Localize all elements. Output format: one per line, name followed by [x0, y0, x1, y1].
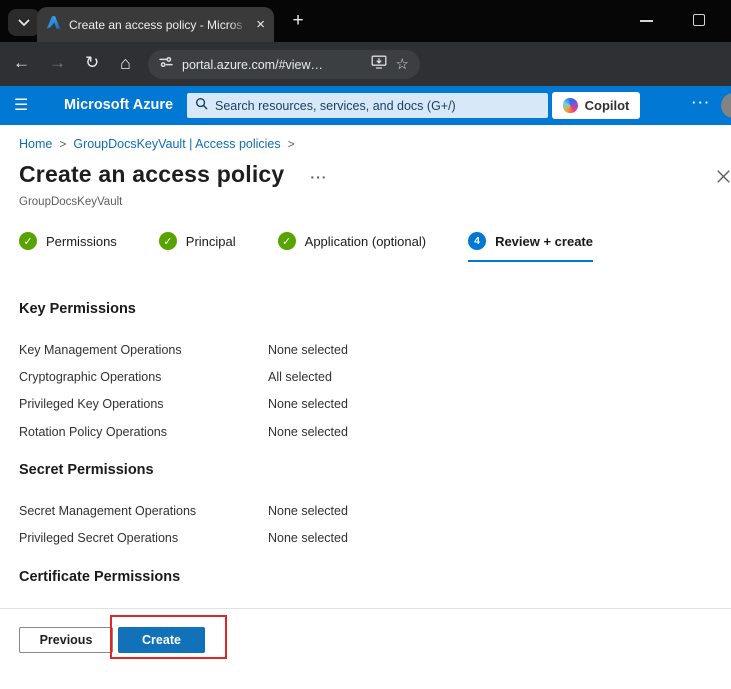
- breadcrumb-separator: >: [59, 137, 66, 151]
- hamburger-menu-icon[interactable]: ☰: [14, 96, 28, 115]
- breadcrumb: Home > GroupDocsKeyVault | Access polici…: [19, 137, 295, 151]
- title-more-icon[interactable]: ···: [310, 169, 327, 185]
- chevron-down-icon: [18, 14, 30, 32]
- copilot-label: Copilot: [585, 98, 630, 113]
- row-value: All selected: [268, 370, 579, 384]
- avatar[interactable]: [721, 93, 731, 118]
- site-settings-icon[interactable]: [159, 55, 173, 74]
- azure-favicon-icon: [46, 15, 61, 35]
- copilot-icon: [563, 98, 578, 113]
- browser-tab-bar: Create an access policy - Micros × +: [0, 0, 731, 42]
- tab-permissions[interactable]: ✓ Permissions: [19, 232, 117, 262]
- more-options-icon[interactable]: ···: [692, 95, 711, 110]
- tab-search-button[interactable]: [8, 9, 40, 36]
- table-row: Secret Management Operations None select…: [19, 497, 579, 524]
- secret-permissions-rows: Secret Management Operations None select…: [19, 497, 579, 552]
- home-icon[interactable]: ⌂: [120, 52, 131, 74]
- key-permissions-rows: Key Management Operations None selected …: [19, 336, 579, 446]
- step-number-icon: 4: [468, 232, 486, 250]
- row-label: Privileged Secret Operations: [19, 531, 268, 545]
- close-page-icon[interactable]: [716, 169, 731, 185]
- create-button[interactable]: Create: [118, 627, 205, 653]
- tab-principal[interactable]: ✓ Principal: [159, 232, 236, 262]
- search-input[interactable]: [215, 99, 540, 113]
- table-row: Cryptographic Operations All selected: [19, 363, 579, 390]
- breadcrumb-home-link[interactable]: Home: [19, 137, 52, 151]
- tab-review-create[interactable]: 4 Review + create: [468, 232, 593, 262]
- url-text: portal.azure.com/#view…: [182, 58, 362, 72]
- new-tab-button[interactable]: +: [286, 9, 310, 33]
- back-icon[interactable]: ←: [13, 52, 30, 74]
- azure-brand[interactable]: Microsoft Azure: [64, 97, 173, 113]
- step-label: Review + create: [495, 234, 593, 249]
- row-label: Cryptographic Operations: [19, 370, 268, 384]
- step-complete-icon: ✓: [278, 232, 296, 250]
- wizard-steps: ✓ Permissions ✓ Principal ✓ Application …: [19, 232, 593, 262]
- address-bar[interactable]: portal.azure.com/#view… ☆: [148, 50, 420, 79]
- section-heading-certificate-permissions: Certificate Permissions: [19, 569, 180, 585]
- azure-search-box[interactable]: [187, 93, 548, 118]
- section-heading-secret-permissions: Secret Permissions: [19, 462, 154, 478]
- step-complete-icon: ✓: [159, 232, 177, 250]
- table-row: Rotation Policy Operations None selected: [19, 418, 579, 445]
- row-value: None selected: [268, 504, 579, 518]
- copilot-button[interactable]: Copilot: [552, 92, 640, 119]
- tab-close-icon[interactable]: ×: [256, 17, 265, 32]
- window-minimize-icon[interactable]: [640, 20, 653, 22]
- tab-application-optional[interactable]: ✓ Application (optional): [278, 232, 426, 262]
- window-maximize-icon[interactable]: [693, 14, 705, 26]
- bookmark-star-icon[interactable]: ☆: [396, 57, 409, 72]
- footer-divider: [0, 608, 731, 609]
- title-row: Create an access policy ···: [19, 161, 327, 188]
- browser-tab[interactable]: Create an access policy - Micros ×: [37, 7, 274, 42]
- table-row: Privileged Key Operations None selected: [19, 391, 579, 418]
- table-row: Privileged Secret Operations None select…: [19, 524, 579, 551]
- azure-top-bar: ☰ Microsoft Azure Copilot ···: [0, 86, 731, 125]
- breadcrumb-keyvault-link[interactable]: GroupDocsKeyVault | Access policies: [73, 137, 280, 151]
- table-row: Key Management Operations None selected: [19, 336, 579, 363]
- step-label: Application (optional): [305, 234, 426, 249]
- row-value: None selected: [268, 343, 579, 357]
- row-value: None selected: [268, 397, 579, 411]
- row-label: Key Management Operations: [19, 343, 268, 357]
- step-label: Permissions: [46, 234, 117, 249]
- section-heading-key-permissions: Key Permissions: [19, 301, 136, 317]
- page-content: Home > GroupDocsKeyVault | Access polici…: [0, 125, 731, 689]
- breadcrumb-separator: >: [288, 137, 295, 151]
- row-value: None selected: [268, 531, 579, 545]
- previous-button[interactable]: Previous: [19, 627, 113, 653]
- forward-icon: →: [49, 52, 66, 74]
- page-title: Create an access policy: [19, 161, 284, 188]
- page-subtitle: GroupDocsKeyVault: [19, 196, 122, 208]
- row-label: Rotation Policy Operations: [19, 425, 268, 439]
- step-complete-icon: ✓: [19, 232, 37, 250]
- browser-window: Create an access policy - Micros × + ← →…: [0, 0, 731, 689]
- install-app-icon[interactable]: [371, 55, 387, 74]
- tab-title: Create an access policy - Micros: [69, 18, 248, 32]
- row-label: Privileged Key Operations: [19, 397, 268, 411]
- row-value: None selected: [268, 425, 579, 439]
- refresh-icon[interactable]: ↻: [85, 52, 99, 74]
- step-label: Principal: [186, 234, 236, 249]
- browser-toolbar: ← → ↻ ⌂ portal.azure.com/#view… ☆: [0, 42, 731, 86]
- search-icon: [195, 97, 208, 115]
- row-label: Secret Management Operations: [19, 504, 268, 518]
